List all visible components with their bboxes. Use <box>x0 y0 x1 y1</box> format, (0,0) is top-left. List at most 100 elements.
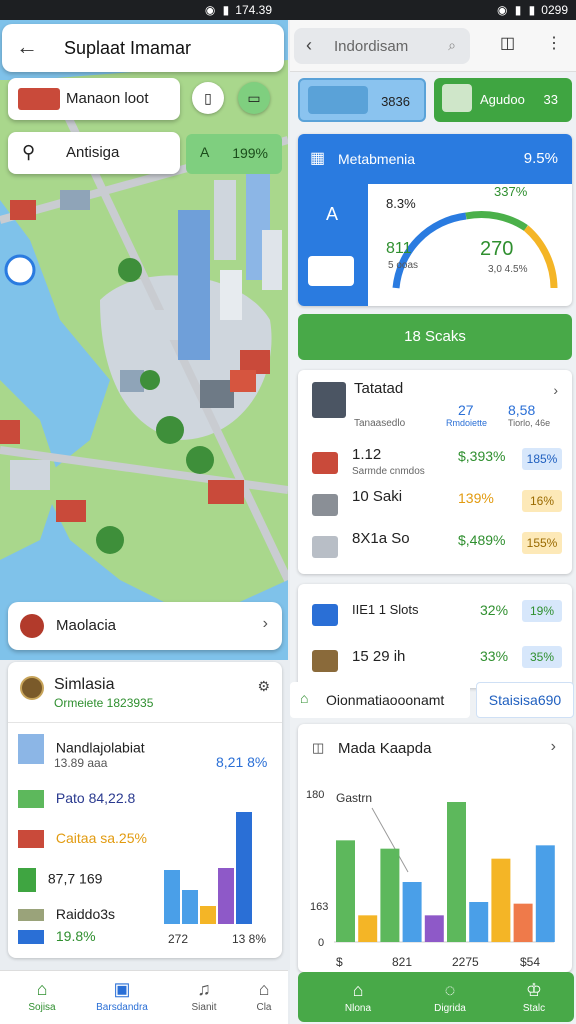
list-item-sub: Sarmde cnmdos <box>352 466 425 477</box>
list-item-label: 8X1a So <box>352 530 410 547</box>
list-item-value: $,393% <box>458 448 506 464</box>
back-arrow-icon[interactable]: ← <box>16 34 38 60</box>
home-icon: ⌂ <box>36 979 48 999</box>
simulation-subtitle: Ormeiete 1823935 <box>54 696 154 710</box>
mini-chart-bar <box>236 812 252 924</box>
list-item-value: 139% <box>458 490 494 506</box>
avatar <box>20 676 44 700</box>
nav-label: Sianit <box>191 1002 217 1013</box>
scenic-tile-value: 3836 <box>381 94 410 109</box>
chat-icon: ◌ <box>444 980 456 1000</box>
pin-icon: ⚲ <box>22 142 36 162</box>
chart-bar <box>424 915 444 942</box>
mini-chart-bar <box>182 890 198 924</box>
list-item[interactable]: 8X1a So $,489% 155% <box>308 530 564 566</box>
car-icon <box>312 604 338 626</box>
scenic-tile[interactable]: 3836 <box>298 78 426 122</box>
nav-stats[interactable]: ♫ Sianit <box>168 979 240 1013</box>
agudoo-tile[interactable]: Agudoo 33 <box>434 78 572 122</box>
bus-icon <box>312 452 338 474</box>
sim-row-label: Pato 84,22.8 <box>55 790 136 806</box>
list-item[interactable]: IIE1 1 Slots 32% 19% <box>308 598 564 634</box>
metric-value: 9.5% <box>523 150 558 167</box>
series-label: Gastrn <box>336 791 372 805</box>
back-arrow-icon[interactable]: ‹ <box>306 35 312 56</box>
nav-chat[interactable]: ◌ Digrida <box>420 980 480 1014</box>
list-item[interactable]: 10 Saki 139% 16% <box>308 488 564 524</box>
scenery-thumb <box>308 86 368 114</box>
simulation-card: Simlasia Ormeiete 1823935 ⚙ Nandlajolabi… <box>8 662 282 958</box>
status-time-right: ◉ ▮ ▮ 0299 <box>496 3 568 17</box>
list-item[interactable]: 1.12 Sarmde cnmdos $,393% 185% <box>308 446 564 482</box>
metric-card: ▦ Metabmenia 9.5% A 8.3% 337% 811 5 ooas… <box>298 134 572 306</box>
list-item-value-sub: Rmdoiette <box>446 418 488 428</box>
nav-stats[interactable]: ♔ Stalc <box>504 980 564 1014</box>
train-icon <box>18 88 60 110</box>
mini-axis-left: 272 <box>168 932 189 946</box>
sim-row-parks: Pato 84,22.8 <box>18 790 136 809</box>
strip-right-tab[interactable]: Staisisa690 <box>476 682 574 718</box>
nav-label: Digrida <box>434 1003 466 1014</box>
sim-row-label: Nandlajolabiat <box>55 739 145 756</box>
search-input[interactable]: Indordisam <box>334 38 408 55</box>
nav-home[interactable]: ⌂ Sojisa <box>6 979 78 1013</box>
nav-label: Nlona <box>344 1003 372 1014</box>
metric-header: ▦ Metabmenia 9.5% <box>298 134 572 184</box>
sim-row-boat: 19.8% <box>18 928 96 945</box>
list-item-value-2: 8,58 <box>508 402 536 418</box>
chart-title: Mada Kaapda <box>338 740 432 757</box>
sim-row-label: Raiddo3s <box>55 906 116 922</box>
y-tick-top: 180 <box>306 789 324 801</box>
sim-row-fuel: 87,7 169 <box>18 868 102 892</box>
list-item-badge: 16% <box>522 490 562 512</box>
nav-label: Stalc <box>522 1003 546 1014</box>
coverage-badge-value: 199% <box>232 145 268 161</box>
search-bar[interactable]: ‹ Indordisam ⌕ <box>294 28 470 64</box>
bell-icon: ♫ <box>197 979 211 999</box>
list-item-value-2-sub: Tiorlo, 46e <box>508 418 551 428</box>
station-icon <box>312 382 346 418</box>
bookmark-icon[interactable]: ▯ <box>192 82 224 114</box>
nav-label: Cla <box>256 1002 272 1013</box>
sim-row-label: Caitaa sa.25% <box>55 830 147 846</box>
chart-bar <box>402 882 422 942</box>
chart-bar <box>491 858 511 942</box>
x-tick-label: 2275 <box>452 955 479 969</box>
building-icon <box>18 734 44 764</box>
list-item-label: 10 Saki <box>352 488 403 505</box>
coverage-badge-label: A <box>200 144 210 160</box>
nav-dashboard[interactable]: ▣ Barsdandra <box>86 979 158 1013</box>
shield-icon[interactable]: ◫ <box>500 33 515 53</box>
chart-bar <box>380 848 400 942</box>
chevron-right-icon: › <box>262 615 268 632</box>
mini-axis-right: 13 8% <box>232 932 267 946</box>
map-book-icon[interactable]: ▭ <box>238 82 270 114</box>
nav-more[interactable]: ⌂ Cla <box>240 979 288 1013</box>
chevron-right-icon[interactable]: › <box>551 738 556 756</box>
primary-action-button[interactable]: 18 Scaks <box>298 314 572 360</box>
nav-home[interactable]: ⌂ Nlona <box>328 980 388 1014</box>
list-item[interactable]: Tatatad Tanaasedlo 27 Rmdoiette 8,58 Tio… <box>308 380 564 436</box>
chart-bar <box>513 903 533 942</box>
strip-left-tab[interactable]: ⌂ Oionmatiaooonamt <box>290 682 470 718</box>
location-card-label: Maolacia <box>56 617 117 634</box>
nav-label: Sojisa <box>28 1002 56 1013</box>
location-card[interactable]: Maolacia › <box>8 602 282 650</box>
sim-row-label: 87,7 169 <box>47 870 103 887</box>
gauge-left-top: 8.3% <box>386 196 416 211</box>
leaf-icon <box>18 790 44 809</box>
chevron-right-icon: › <box>553 382 558 398</box>
list-item[interactable]: 15 29 ih 33% 35% <box>308 644 564 680</box>
sim-row-rail: Raiddo3s <box>18 906 115 922</box>
settings-icon[interactable]: ⚙ <box>257 678 270 695</box>
x-tick-label: $54 <box>520 955 540 969</box>
transit-chip[interactable]: Manaon loot <box>8 78 180 120</box>
agudoo-value: 33 <box>543 92 558 107</box>
more-vert-icon[interactable]: ⋮ <box>546 33 562 53</box>
search-icon[interactable]: ⌕ <box>448 37 456 54</box>
list-item-value: $,489% <box>458 532 506 548</box>
status-time-left: ◉ ▮ 174.39 <box>204 3 272 17</box>
right-bottom-nav: ⌂ Nlona ◌ Digrida ♔ Stalc <box>298 972 574 1022</box>
chart-bar <box>447 802 466 942</box>
search-chip[interactable]: ⚲ Antisiga <box>8 132 180 174</box>
